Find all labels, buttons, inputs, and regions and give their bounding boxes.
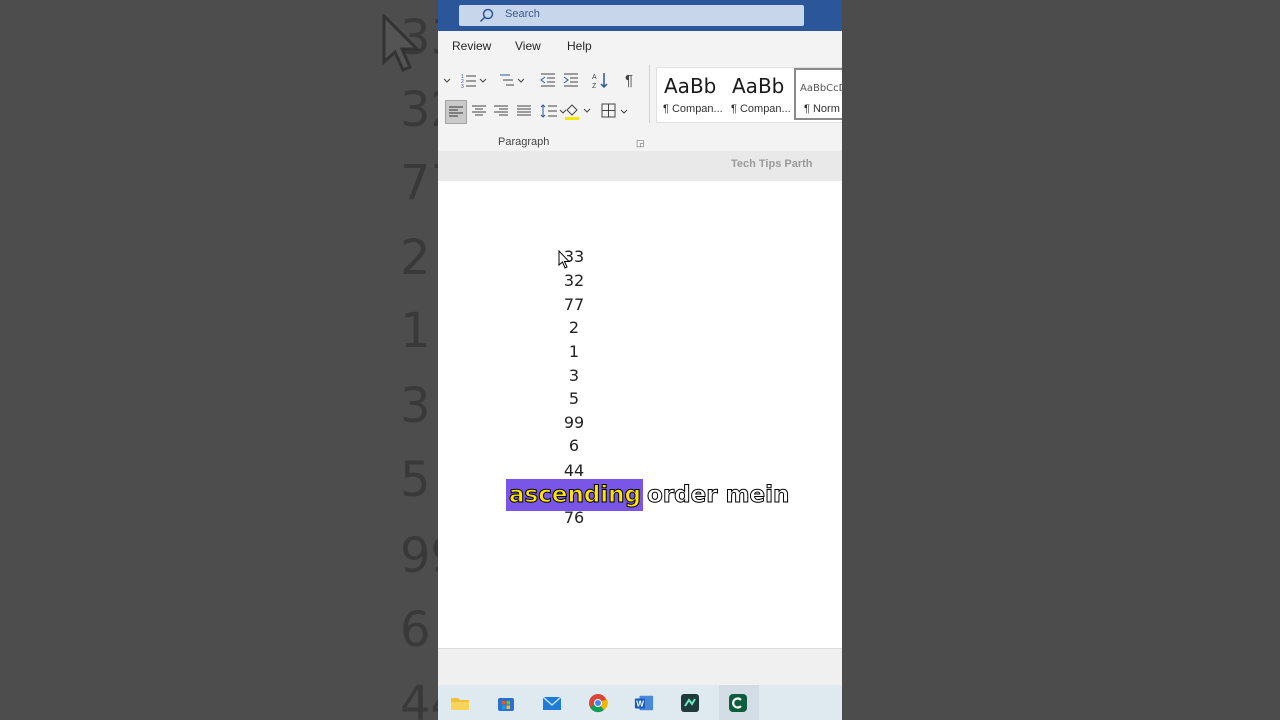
justify-icon (517, 105, 531, 116)
align-right-button[interactable] (491, 100, 511, 122)
caption-text: order mein (647, 482, 790, 509)
list-item: 44 (563, 461, 585, 480)
style-company-1[interactable]: AaBb ¶ Compan... (657, 68, 723, 120)
document-page[interactable]: 33 32 77 2 1 3 5 99 6 44 76 (438, 181, 842, 648)
decrease-indent-button[interactable] (538, 69, 558, 91)
sort-az-icon: AZ (592, 73, 608, 89)
align-center-button[interactable] (469, 100, 489, 122)
camtasia-icon[interactable] (728, 693, 748, 713)
tab-review[interactable]: Review (452, 39, 491, 53)
list-item: 32 (563, 271, 585, 290)
style-name: ¶ Compan... (663, 103, 723, 115)
shading-button[interactable] (563, 100, 593, 122)
ribbon: 123 AZ ¶ Paragraph ◲ AaBb ¶ Compan... Aa… (438, 61, 842, 151)
list-item: 2 (568, 318, 580, 337)
style-name: ¶ Norm (804, 103, 840, 115)
background-number: 2 (400, 230, 431, 286)
tab-view[interactable]: View (515, 39, 541, 53)
borders-icon (601, 103, 628, 118)
word-icon[interactable]: W (634, 693, 654, 713)
style-company-2[interactable]: AaBb ¶ Compan... (725, 68, 791, 120)
styles-gallery: AaBb ¶ Compan... AaBb ¶ Compan... AaBbCc… (656, 67, 842, 123)
style-sample: AaBbCcD (800, 83, 842, 94)
style-sample: AaBb (732, 74, 785, 98)
style-sample: AaBb (664, 74, 717, 98)
numbering-button[interactable]: 123 (458, 69, 490, 91)
borders-button[interactable] (600, 100, 630, 122)
ribbon-tabs: Review View Help (438, 31, 842, 61)
caption-highlight-word: ascending (506, 479, 644, 511)
app-icon[interactable] (680, 693, 700, 713)
background-number: 99 (400, 528, 438, 584)
justify-button[interactable] (514, 100, 534, 122)
background-number: 44 (400, 676, 438, 720)
background-number: 32 (400, 82, 438, 138)
decrease-indent-icon (540, 73, 555, 87)
background-number: 1 (400, 303, 431, 359)
dialog-launcher-icon[interactable]: ◲ (636, 138, 645, 149)
multilevel-list-icon (500, 74, 525, 86)
title-bar: Search (438, 0, 842, 31)
search-placeholder: Search (505, 8, 540, 20)
align-right-icon (494, 105, 508, 116)
svg-text:W: W (636, 700, 644, 709)
multilevel-list-button[interactable] (496, 69, 528, 91)
channel-watermark: Tech Tips Parth (731, 158, 813, 170)
align-left-icon (449, 106, 463, 117)
list-item: 1 (568, 342, 580, 361)
increase-indent-icon (563, 73, 578, 87)
style-normal[interactable]: AaBbCcD ¶ Norm (794, 68, 842, 120)
list-item: 3 (568, 366, 580, 385)
background-number: 3 (400, 378, 431, 434)
ruler-area: Tech Tips Parth (438, 151, 842, 182)
numbering-icon: 123 (461, 74, 487, 88)
list-item: 6 (568, 436, 580, 455)
svg-text:Z: Z (592, 83, 597, 89)
style-name: ¶ Compan... (731, 103, 791, 115)
align-left-button[interactable] (445, 100, 467, 124)
file-explorer-icon[interactable] (450, 693, 470, 713)
align-center-icon (472, 105, 486, 116)
video-caption: ascending order mein (506, 479, 790, 511)
store-icon[interactable] (496, 693, 516, 713)
mail-icon[interactable] (542, 693, 562, 713)
paragraph-group-label: Paragraph (498, 136, 550, 148)
tab-help[interactable]: Help (567, 39, 592, 53)
chrome-icon[interactable] (588, 693, 608, 713)
list-item: 99 (563, 413, 585, 432)
increase-indent-button[interactable] (561, 69, 581, 91)
taskbar: W (438, 685, 842, 720)
background-number: 77 (400, 155, 438, 211)
list-item: 33 (563, 247, 585, 266)
search-icon (479, 8, 494, 23)
list-item: 5 (568, 389, 580, 408)
background-number: 6 (400, 602, 431, 658)
paint-bucket-icon (565, 104, 591, 120)
background-number: 33 (400, 10, 438, 66)
background-right (842, 0, 1280, 720)
mouse-cursor-icon (558, 250, 571, 269)
search-box[interactable]: Search (459, 5, 804, 26)
chevron-down-icon[interactable] (440, 71, 454, 91)
pilcrow-icon[interactable]: ¶ (620, 69, 638, 91)
status-bar (438, 648, 842, 686)
ribbon-divider (649, 65, 650, 123)
svg-text:A: A (592, 74, 597, 81)
background-left: 33 32 77 2 1 3 5 99 6 44 (0, 0, 438, 720)
svg-text:3: 3 (461, 84, 464, 88)
background-number: 5 (400, 452, 431, 508)
sort-button[interactable]: AZ (590, 69, 610, 91)
word-window: Search Review View Help 123 AZ ¶ Paragra… (438, 0, 842, 720)
list-item: 77 (563, 295, 585, 314)
